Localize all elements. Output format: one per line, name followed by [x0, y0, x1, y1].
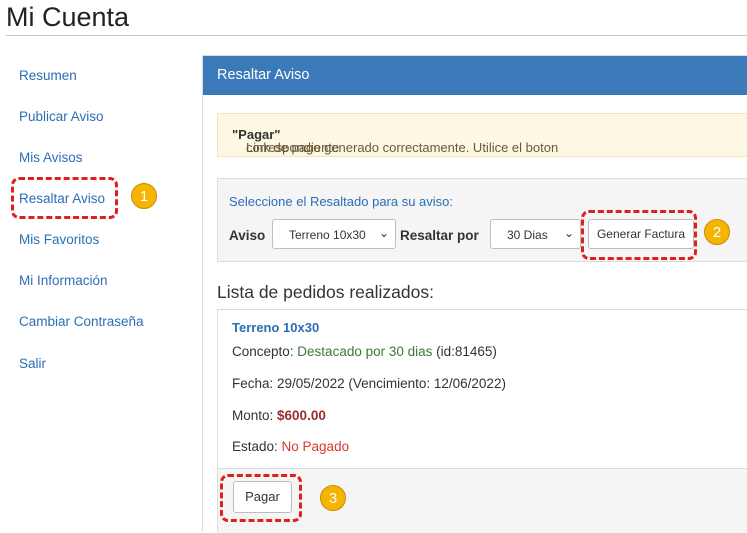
- annotation-highlight-1: [11, 177, 118, 219]
- annotation-badge-3: 3: [320, 485, 346, 511]
- concepto-label: Concepto:: [232, 344, 298, 359]
- resaltar-select-value: 30 Dias: [507, 228, 548, 242]
- order-estado: Estado: No Pagado: [232, 439, 349, 454]
- sidebar-item-publicar-aviso[interactable]: Publicar Aviso: [19, 109, 104, 124]
- monto-value: $600.00: [277, 408, 326, 423]
- aviso-select-value: Terreno 10x30: [289, 228, 366, 242]
- form-instruction: Seleccione el Resaltado para su aviso:: [229, 194, 454, 209]
- order-monto: Monto: $600.00: [232, 408, 326, 423]
- annotation-badge-1: 1: [131, 183, 157, 209]
- order-fecha: Fecha: 29/05/2022 (Vencimiento: 12/06/20…: [232, 376, 506, 391]
- page-title: Mi Cuenta: [6, 2, 130, 32]
- sidebar-item-cambiar-contrasena[interactable]: Cambiar Contraseña: [19, 314, 144, 329]
- panel-title: Resaltar Aviso: [217, 67, 310, 83]
- sidebar-item-mis-favoritos[interactable]: Mis Favoritos: [19, 232, 99, 247]
- sidebar-item-mis-avisos[interactable]: Mis Avisos: [19, 150, 83, 165]
- resaltar-label: Resaltar por: [400, 228, 479, 243]
- resaltar-select[interactable]: 30 Dias ⌄: [490, 219, 581, 249]
- aviso-label: Aviso: [229, 228, 266, 243]
- annotation-highlight-3: [220, 474, 302, 522]
- annotation-badge-2: 2: [704, 219, 730, 245]
- order-concepto: Concepto: Destacado por 30 dias (id:8146…: [232, 344, 497, 359]
- success-alert: Link de pago generado correctamente. Uti…: [217, 113, 747, 157]
- sidebar-item-salir[interactable]: Salir: [19, 356, 46, 371]
- estado-label: Estado:: [232, 439, 282, 454]
- chevron-down-icon: ⌄: [563, 226, 574, 240]
- monto-label: Monto:: [232, 408, 278, 423]
- sidebar-item-mi-informacion[interactable]: Mi Información: [19, 273, 108, 288]
- sidebar-item-resumen[interactable]: Resumen: [19, 68, 77, 83]
- panel-header: Resaltar Aviso: [203, 56, 747, 95]
- alert-text-end: correspondiente: [246, 140, 340, 155]
- orders-list-title: Lista de pedidos realizados:: [217, 282, 434, 302]
- resaltar-aviso-panel: Resaltar Aviso Link de pago generado cor…: [202, 55, 747, 533]
- title-divider: [6, 35, 747, 36]
- concepto-id: (id:81465): [432, 344, 497, 359]
- concepto-value: Destacado por 30 dias: [297, 344, 433, 359]
- order-name-link[interactable]: Terreno 10x30: [232, 320, 319, 335]
- estado-value: No Pagado: [281, 439, 350, 454]
- annotation-highlight-2: [581, 210, 697, 260]
- aviso-select[interactable]: Terreno 10x30 ⌄: [272, 219, 396, 249]
- chevron-down-icon: ⌄: [378, 226, 389, 240]
